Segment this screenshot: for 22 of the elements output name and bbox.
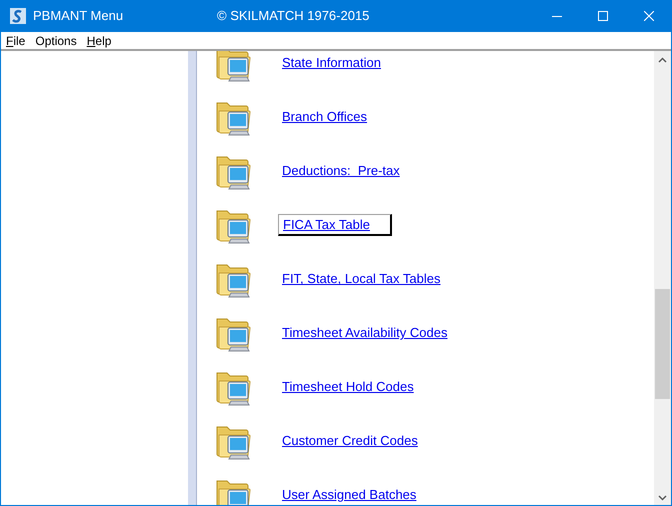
copyright-text: © SKILMATCH 1976-2015 xyxy=(217,7,370,26)
folder-computer-icon xyxy=(215,51,253,83)
menu-link[interactable]: FICA Tax Table xyxy=(278,214,392,236)
scrollbar-thumb[interactable] xyxy=(655,289,670,399)
app-logo-icon xyxy=(10,8,26,24)
menu-link[interactable]: Branch Offices xyxy=(278,107,372,127)
maximize-icon xyxy=(598,11,608,21)
menu-link[interactable]: Timesheet Hold Codes xyxy=(278,377,418,397)
menu-item[interactable]: Help xyxy=(82,32,116,48)
menu-link[interactable]: Timesheet Availability Codes xyxy=(278,323,452,343)
menu-link[interactable]: State Information xyxy=(278,53,385,73)
close-icon xyxy=(644,11,654,21)
scroll-down-icon[interactable] xyxy=(658,495,667,501)
menu-item[interactable]: File xyxy=(1,32,30,48)
window-title: PBMANT Menu xyxy=(33,7,124,26)
menu-link[interactable]: User Assigned Batches xyxy=(278,485,420,505)
scrollbar[interactable] xyxy=(654,51,671,505)
menu-link[interactable]: Deductions: Pre-tax xyxy=(278,161,404,181)
menu-link[interactable]: FIT, State, Local Tax Tables xyxy=(278,269,444,289)
scroll-up-icon[interactable] xyxy=(658,57,667,63)
menu-item[interactable]: Options xyxy=(30,32,82,48)
menu-link[interactable]: Customer Credit Codes xyxy=(278,431,422,451)
